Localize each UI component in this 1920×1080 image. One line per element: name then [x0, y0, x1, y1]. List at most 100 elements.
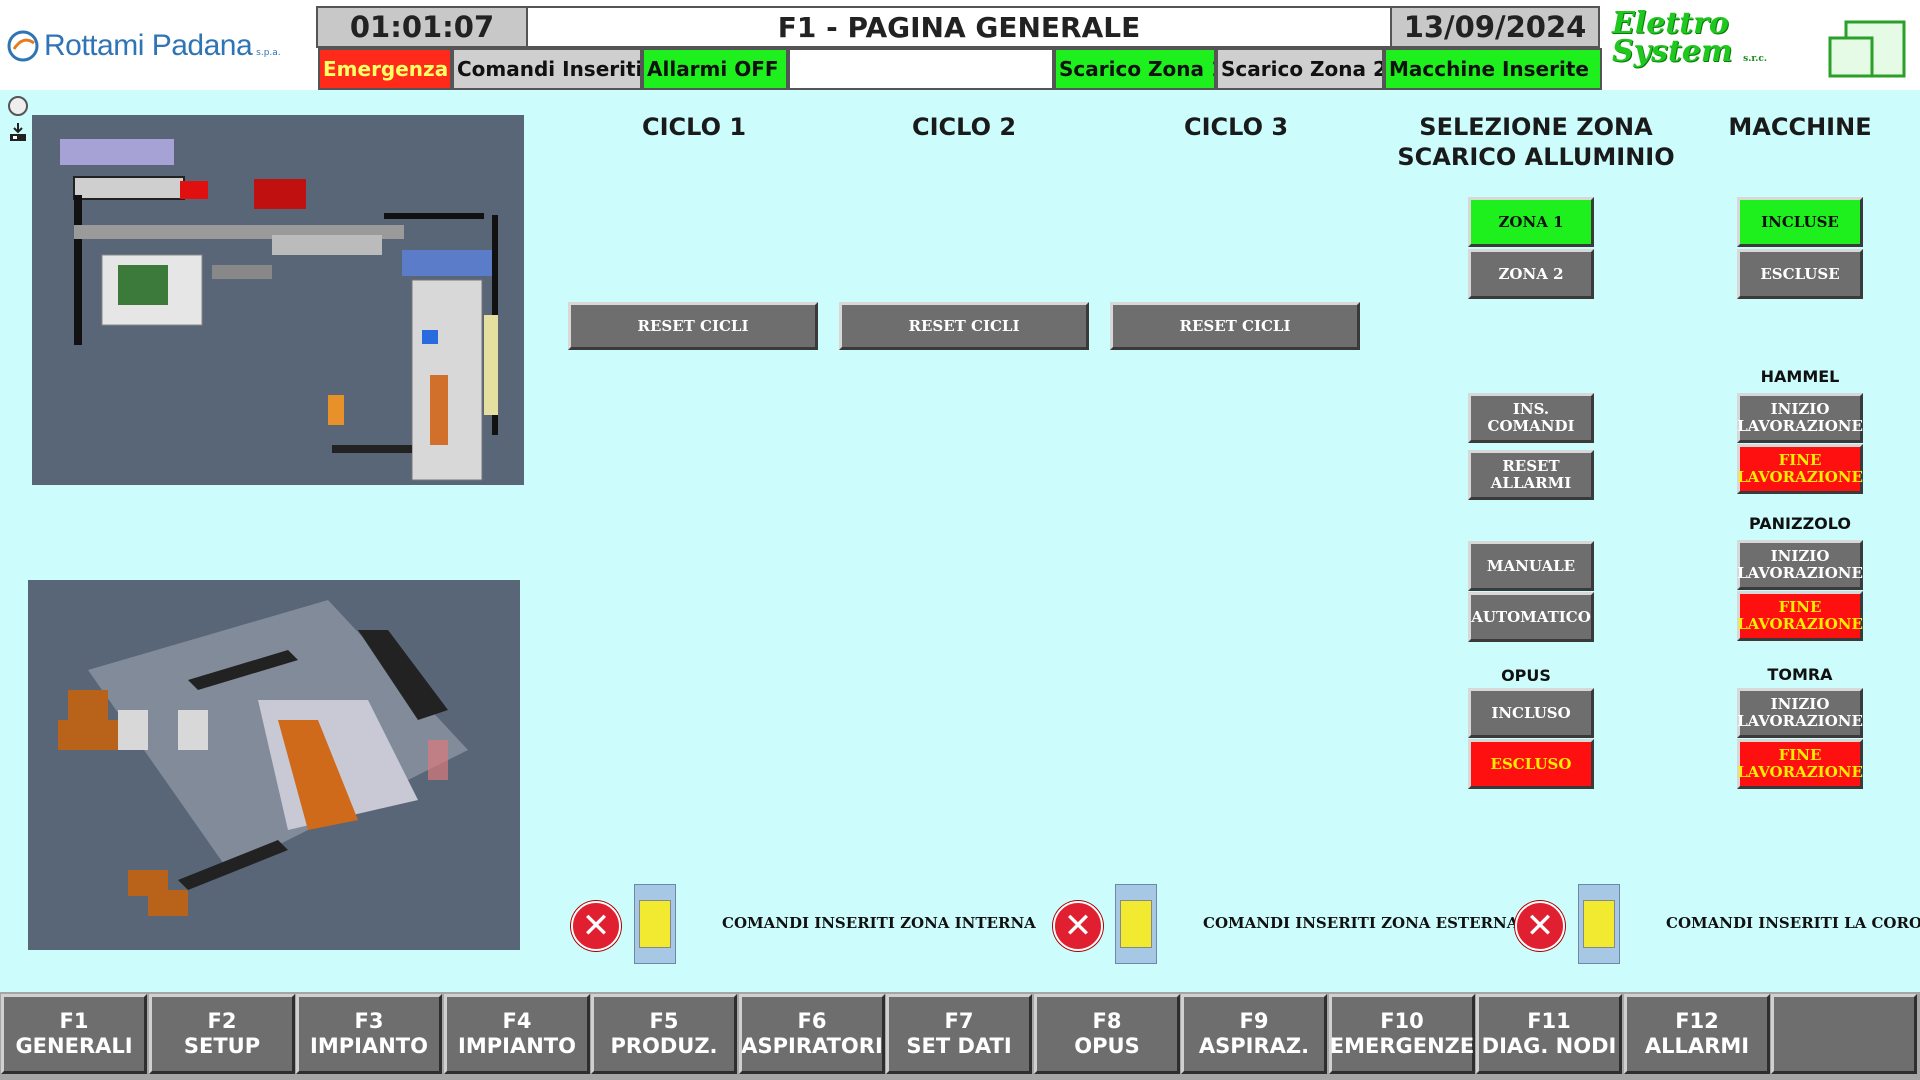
hammel-title: HAMMEL	[1760, 367, 1840, 386]
manuale-button[interactable]: MANUALE	[1468, 541, 1594, 591]
f3-key: F3	[354, 1009, 384, 1033]
tomra-fine-lavorazione-button[interactable]: FINE LAVORAZIONE	[1737, 739, 1863, 789]
reset-allarmi-label-2: ALLARMI	[1490, 474, 1572, 492]
f2-key: F2	[207, 1009, 237, 1033]
f11-diag-nodi-button[interactable]: F11 DIAG. NODI	[1476, 994, 1622, 1074]
zona-1-button[interactable]: ZONA 1	[1468, 197, 1594, 247]
macchine-incluse-button[interactable]: INCLUSE	[1737, 197, 1863, 247]
f10-label: EMERGENZE	[1329, 1034, 1475, 1058]
ins-comandi-button[interactable]: INS. COMANDI	[1468, 393, 1594, 443]
f6-key: F6	[797, 1009, 827, 1033]
f5-produz-button[interactable]: F5 PRODUZ.	[591, 994, 737, 1074]
f4-key: F4	[502, 1009, 532, 1033]
reset-allarmi-label-1: RESET	[1502, 457, 1560, 475]
logo-swirl-icon	[7, 30, 39, 62]
status-empty	[788, 48, 1054, 90]
ciclo-3-title: CICLO 3	[1183, 113, 1289, 141]
f6-aspiratori-button[interactable]: F6 ASPIRATORI	[739, 994, 885, 1074]
f3-impianto-button[interactable]: F3 IMPIANTO	[296, 994, 442, 1074]
current-date: 13/09/2024	[1390, 6, 1600, 48]
tomra-title: TOMRA	[1767, 665, 1833, 684]
f8-label: OPUS	[1074, 1034, 1140, 1058]
indicator-circle-icon[interactable]	[8, 96, 28, 116]
hammel-inizio-lavorazione-button[interactable]: INIZIO LAVORAZIONE	[1737, 393, 1863, 443]
macchine-escluse-button[interactable]: ESCLUSE	[1737, 249, 1863, 299]
f12-allarmi-button[interactable]: F12 ALLARMI	[1624, 994, 1770, 1074]
hammel-fine-lavorazione-button[interactable]: FINE LAVORAZIONE	[1737, 444, 1863, 494]
error-x-icon: ✕	[1053, 901, 1103, 951]
f8-opus-button[interactable]: F8 OPUS	[1034, 994, 1180, 1074]
screens-icon	[1828, 20, 1906, 78]
hammel-fine-label-1: FINE	[1778, 451, 1822, 469]
automatico-button[interactable]: AUTOMATICO	[1468, 592, 1594, 642]
f11-label: DIAG. NODI	[1481, 1034, 1617, 1058]
ciclo-2-title: CICLO 2	[911, 113, 1017, 141]
panizzolo-title: PANIZZOLO	[1748, 514, 1851, 533]
f6-label: ASPIRATORI	[741, 1034, 883, 1058]
download-icon[interactable]	[8, 122, 28, 142]
rottami-padana-logo: Rottami Padana s.p.a.	[6, 24, 310, 68]
selezione-zona-title-line-1: SELEZIONE ZONA	[1419, 113, 1653, 141]
f9-aspiraz-button[interactable]: F9 ASPIRAZ.	[1181, 994, 1327, 1074]
panizzolo-inizio-label-2: LAVORAZIONE	[1737, 564, 1863, 582]
reset-allarmi-button[interactable]: RESET ALLARMI	[1468, 450, 1594, 500]
reset-cicli-2-button[interactable]: RESET CICLI	[839, 302, 1089, 350]
f8-key: F8	[1092, 1009, 1122, 1033]
f1-label: GENERALI	[15, 1034, 133, 1058]
panizzolo-fine-lavorazione-button[interactable]: FINE LAVORAZIONE	[1737, 591, 1863, 641]
f4-impianto-button[interactable]: F4 IMPIANTO	[444, 994, 590, 1074]
zona-2-button[interactable]: ZONA 2	[1468, 249, 1594, 299]
tomra-fine-label-2: LAVORAZIONE	[1737, 763, 1863, 781]
macchine-title: MACCHINE	[1728, 113, 1872, 141]
opus-title: OPUS	[1501, 666, 1551, 685]
error-x-icon: ✕	[571, 901, 621, 951]
control-panel-interna-icon	[634, 884, 676, 964]
f9-key: F9	[1239, 1009, 1269, 1033]
clock-time: 01:01:07	[316, 6, 528, 48]
opus-escluso-button[interactable]: ESCLUSO	[1468, 739, 1594, 789]
control-panel-esterna-icon	[1115, 884, 1157, 964]
f2-setup-button[interactable]: F2 SETUP	[149, 994, 295, 1074]
brand-suffix: s.r.c.	[1743, 54, 1768, 64]
status-emergenza: Emergenza	[318, 48, 452, 90]
panizzolo-inizio-lavorazione-button[interactable]: INIZIO LAVORAZIONE	[1737, 540, 1863, 590]
hammel-inizio-label-2: LAVORAZIONE	[1737, 417, 1863, 435]
ciclo-1-title: CICLO 1	[641, 113, 747, 141]
f12-key: F12	[1675, 1009, 1719, 1033]
reset-cicli-1-button[interactable]: RESET CICLI	[568, 302, 818, 350]
status-scarico-zona-2: Scarico Zona 2	[1216, 48, 1384, 90]
tomra-fine-label-1: FINE	[1778, 746, 1822, 764]
panizzolo-fine-label-1: FINE	[1778, 598, 1822, 616]
f1-key: F1	[59, 1009, 89, 1033]
f12-label: ALLARMI	[1644, 1034, 1750, 1058]
reset-cicli-3-button[interactable]: RESET CICLI	[1110, 302, 1360, 350]
f7-label: SET DATI	[906, 1034, 1012, 1058]
f1-generali-button[interactable]: F1 GENERALI	[1, 994, 147, 1074]
hammel-inizio-label-1: INIZIO	[1770, 400, 1830, 418]
panizzolo-inizio-label-1: INIZIO	[1770, 547, 1830, 565]
plant-plan-image	[32, 115, 524, 485]
status-allarmi: Allarmi OFF	[642, 48, 788, 90]
panizzolo-fine-label-2: LAVORAZIONE	[1737, 615, 1863, 633]
error-x-icon: ✕	[1515, 901, 1565, 951]
f5-label: PRODUZ.	[610, 1034, 718, 1058]
tomra-inizio-label-1: INIZIO	[1770, 695, 1830, 713]
logo-suffix: s.p.a.	[256, 48, 281, 58]
f10-emergenze-button[interactable]: F10 EMERGENZE	[1329, 994, 1475, 1074]
f2-label: SETUP	[183, 1034, 261, 1058]
f10-key: F10	[1380, 1009, 1424, 1033]
f7-set-dati-button[interactable]: F7 SET DATI	[886, 994, 1032, 1074]
f9-label: ASPIRAZ.	[1198, 1034, 1310, 1058]
f11-key: F11	[1527, 1009, 1571, 1033]
brand-line-2: System	[1612, 34, 1733, 69]
empty-function-key[interactable]	[1771, 994, 1917, 1074]
ins-comandi-label-2: COMANDI	[1487, 417, 1575, 435]
f5-key: F5	[649, 1009, 679, 1033]
page-title: F1 - PAGINA GENERALE	[526, 6, 1392, 48]
comandi-la-coro-label: COMANDI INSERITI LA CORO	[1666, 914, 1920, 932]
control-panel-coro-icon	[1578, 884, 1620, 964]
tomra-inizio-lavorazione-button[interactable]: INIZIO LAVORAZIONE	[1737, 688, 1863, 738]
logo-text: Rottami Padana	[44, 29, 253, 62]
status-macchine-inserite: Macchine Inserite	[1384, 48, 1602, 90]
opus-incluso-button[interactable]: INCLUSO	[1468, 688, 1594, 738]
